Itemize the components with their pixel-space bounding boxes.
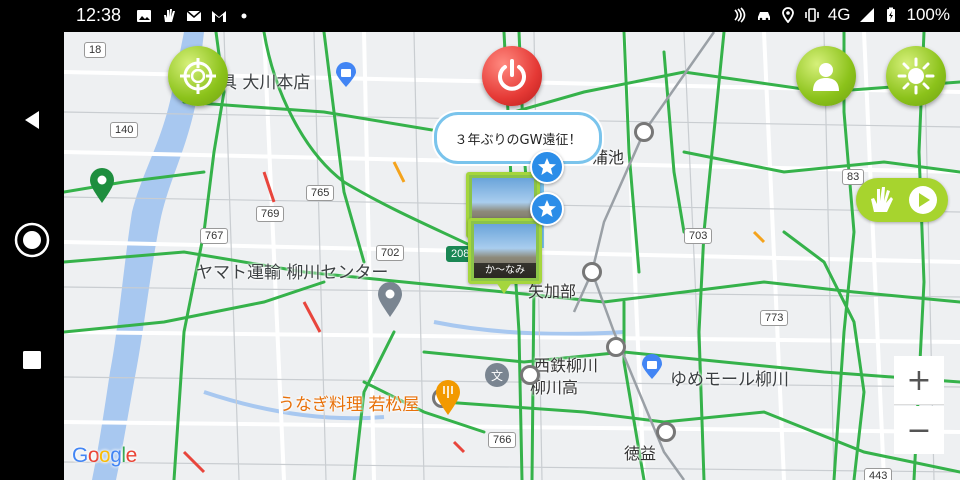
zoom-out-label: − (906, 412, 932, 448)
gesture-toggle[interactable] (856, 178, 948, 222)
user-button[interactable] (796, 46, 856, 106)
map-view[interactable]: 具 大川本店 ヤマト運輸 柳川センター うなぎ料理 若松屋 ゆめモール柳川 蒲池… (64, 32, 960, 480)
back-icon (25, 111, 39, 129)
svg-text:文: 文 (491, 368, 503, 383)
back-button[interactable] (14, 102, 50, 138)
mail-icon (186, 10, 202, 21)
crosshair-icon (180, 58, 216, 94)
power-button[interactable] (482, 46, 542, 106)
place-label-youme: ゆめモール柳川 (670, 370, 789, 390)
route-shield: 443 (864, 468, 893, 480)
place-label-unagi: うなぎ料理 若松屋 (278, 395, 420, 415)
station-marker[interactable] (606, 337, 626, 357)
shopping-pin-icon[interactable] (334, 62, 358, 88)
status-bar: 12:38 4G 100% (0, 0, 960, 32)
station-marker[interactable] (656, 422, 676, 442)
station-label-tokumasu: 徳益 (624, 444, 657, 463)
restaurant-pin-icon[interactable] (434, 380, 462, 416)
battery-icon (886, 7, 895, 22)
dot-icon (241, 13, 247, 19)
route-shield: 703 (684, 228, 713, 244)
post-title: ３年ぶりのGW遠征！ (454, 132, 582, 148)
user-icon (813, 63, 839, 91)
google-logo: Google (72, 444, 137, 467)
post-title-bubble[interactable]: ３年ぶりのGW遠征！ (434, 112, 602, 164)
sun-icon (897, 57, 935, 95)
status-time: 12:38 (76, 5, 122, 25)
route-shield: 766 (488, 432, 517, 448)
photo-pointer (496, 282, 512, 294)
image-icon (137, 10, 151, 22)
photo-caption: か～なみ (474, 263, 536, 278)
nfc-icon (734, 7, 746, 23)
station-marker[interactable] (634, 122, 654, 142)
vibrate-icon (805, 8, 819, 22)
route-shield: 767 (200, 228, 229, 244)
favorite-star-marker[interactable] (530, 150, 564, 184)
hand-icon (871, 187, 893, 212)
home-icon (14, 222, 50, 258)
signal-icon (859, 8, 874, 22)
power-icon (498, 59, 526, 91)
zoom-out-button[interactable]: − (894, 406, 944, 454)
network-type: 4G (827, 5, 851, 24)
home-button[interactable] (14, 222, 50, 258)
play-icon (909, 186, 937, 214)
route-shield: 18 (84, 42, 107, 58)
station-marker[interactable] (582, 262, 602, 282)
park-pin-icon[interactable] (88, 168, 116, 204)
recents-button[interactable] (14, 342, 50, 378)
locate-button[interactable] (168, 46, 228, 106)
star-icon (538, 200, 556, 217)
route-shield: 140 (110, 122, 139, 138)
recents-icon (23, 351, 41, 369)
photo-marker[interactable]: か～なみ (468, 218, 542, 284)
car-icon (757, 12, 770, 21)
gmail-icon (212, 11, 226, 22)
battery-percent: 100% (906, 5, 950, 24)
place-label-yamato: ヤマト運輸 柳川センター (196, 263, 389, 283)
station-label-nishitetsu-yanagawa: 西鉄柳川 (534, 356, 599, 375)
gesture-hand-icon (164, 9, 175, 22)
zoom-in-button[interactable]: + (894, 356, 944, 405)
shopping-pin-icon[interactable] (640, 354, 664, 380)
location-icon (781, 7, 794, 23)
brightness-button[interactable] (886, 46, 946, 106)
place-label-store: 具 大川本店 (220, 73, 311, 93)
star-icon (538, 158, 556, 175)
route-shield: 773 (760, 310, 789, 326)
favorite-star-marker[interactable] (530, 192, 564, 226)
route-shield: 765 (306, 185, 335, 201)
station-marker[interactable] (520, 365, 540, 385)
navigation-bar (0, 32, 64, 480)
route-shield: 769 (256, 206, 285, 222)
route-shield: 83 (842, 169, 865, 185)
school-icon[interactable]: 文 (484, 362, 510, 388)
zoom-in-label: + (906, 362, 932, 398)
route-shield: 702 (376, 245, 405, 261)
place-pin-icon[interactable] (376, 282, 404, 318)
